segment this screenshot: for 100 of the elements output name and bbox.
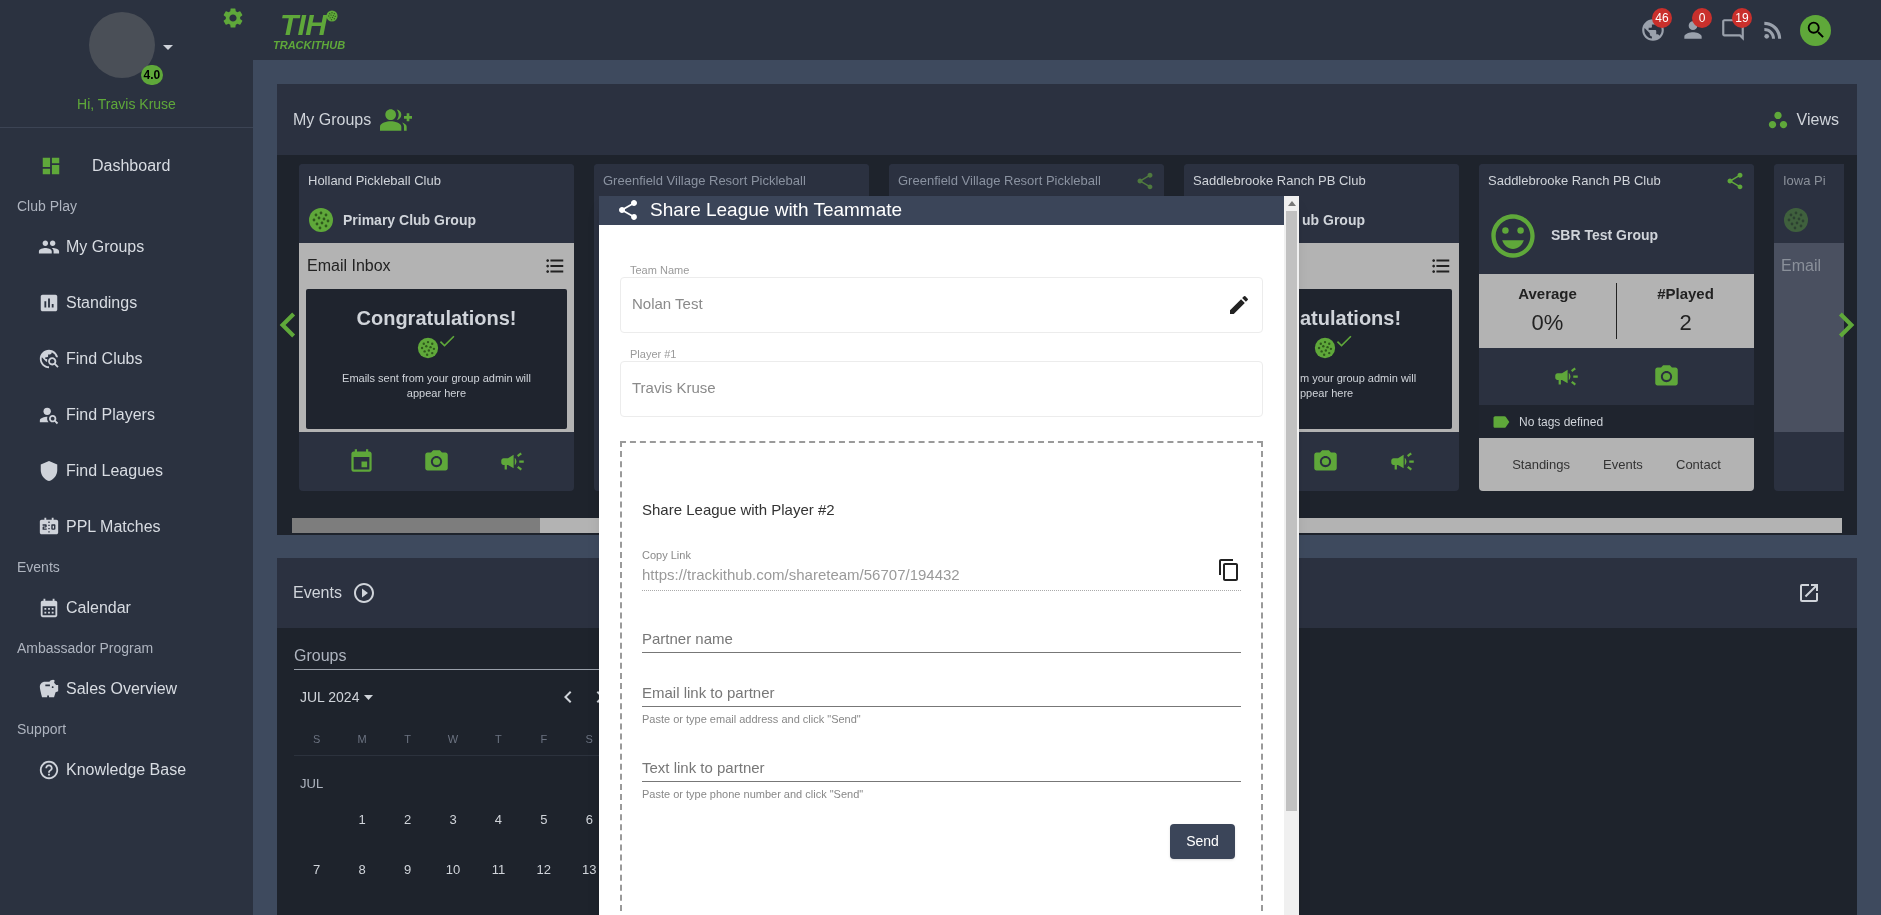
calendar-day[interactable]: 10 (430, 859, 476, 880)
chart-icon (38, 292, 60, 314)
stat-label: #Played (1657, 284, 1714, 305)
group-name[interactable]: SBR Test Group (1551, 225, 1659, 246)
input-field[interactable]: Text link to partner (642, 753, 1241, 782)
nav-item[interactable]: Sales Overview (0, 661, 253, 717)
weekday-label: T (494, 732, 503, 748)
inbox-message: m your group admin will (1300, 371, 1418, 386)
card-title: Greenfield Village Resort Pickleball (898, 171, 1101, 190)
share-icon[interactable] (1135, 170, 1155, 191)
inbox-title: Email Inbox (307, 256, 391, 276)
nav-item[interactable]: Dashboard (0, 138, 253, 194)
nav-item[interactable]: Standings (0, 275, 253, 331)
nav-item[interactable]: Find Clubs (0, 331, 253, 387)
shield-icon (38, 460, 60, 482)
views-button[interactable]: Views (1766, 107, 1841, 132)
calendar-day[interactable]: 4 (475, 809, 522, 830)
settings-icon[interactable] (221, 6, 245, 30)
nav-item[interactable]: Find Players (0, 387, 253, 443)
ball-icon (1783, 207, 1809, 233)
calendar-day[interactable]: 9 (384, 859, 431, 880)
tags-text: No tags defined (1519, 413, 1604, 431)
share-icon[interactable] (1725, 170, 1745, 191)
copy-link-field[interactable]: Copy Link https://trackithub.com/shareteam/56707/194432 (642, 547, 1241, 591)
congrats-heading: atulations! (1300, 306, 1403, 331)
greeting: Hi, Travis Kruse (77, 95, 176, 114)
count-badge: 19 (1732, 8, 1752, 28)
weekday-label: S (584, 732, 594, 748)
nav-item[interactable]: Calendar (0, 580, 253, 636)
weekday-label: W (446, 732, 460, 748)
nav-item[interactable]: Find Leagues (0, 443, 253, 499)
send-button[interactable]: Send (1170, 824, 1235, 859)
card-link[interactable]: Contact (1676, 454, 1721, 475)
field-label: Copy Link (642, 548, 692, 563)
card-title: Saddlebrooke Ranch PB Club (1488, 171, 1661, 190)
calendar-icon (38, 597, 60, 619)
play-icon[interactable] (351, 581, 376, 605)
piggy-bank-icon (38, 678, 60, 700)
card-title: Iowa Pi (1783, 171, 1826, 190)
input-field[interactable]: Partner name (642, 625, 1241, 653)
caret-icon (364, 694, 374, 700)
count-badge: 46 (1652, 8, 1672, 28)
month-label: JUL (300, 775, 325, 793)
section-heading: Share League with Player #2 (642, 499, 836, 520)
field-hint: Paste or type phone number and click "Send" (642, 786, 865, 802)
calendar-day[interactable]: 3 (430, 809, 476, 830)
ball-icon (1314, 337, 1336, 359)
input-field[interactable]: Email link to partner (642, 679, 1241, 707)
scroll-up-arrow-icon[interactable] (1287, 201, 1296, 206)
inbox-message: ppear here (1300, 386, 1355, 401)
calendar-day[interactable]: 7 (294, 859, 340, 880)
search-button[interactable] (1800, 14, 1831, 46)
congrats-heading: Congratulations! (356, 306, 517, 331)
weekday-label: T (403, 732, 412, 748)
inbox-title: Email (1781, 256, 1821, 276)
calendar-day[interactable]: 12 (521, 859, 567, 880)
link-value: https://trackithub.com/shareteam/56707/194432 (642, 564, 960, 585)
stat-value: 2 (1679, 308, 1692, 337)
vertical-scrollbar[interactable] (1284, 196, 1299, 915)
card-link[interactable]: Events (1603, 454, 1643, 475)
inbox-message: Emails sent from your group admin will appear here (341, 371, 532, 401)
calendar-day[interactable]: 2 (384, 809, 431, 830)
weekday-label: S (312, 732, 322, 748)
card-title: Holland Pickleball Club (308, 171, 441, 190)
share-icon (616, 198, 640, 223)
text-field[interactable]: Travis Kruse (620, 360, 1263, 417)
section-heading: Club Play (16, 197, 78, 216)
copy-icon[interactable] (1217, 558, 1241, 582)
dashboard-icon (40, 155, 62, 177)
weekday-label: F (539, 732, 549, 748)
card-title: Saddlebrooke Ranch PB Club (1193, 171, 1366, 190)
month-picker[interactable]: JUL 2024 (300, 686, 374, 708)
help-icon (38, 759, 60, 781)
rating-badge: 4.0 (140, 65, 164, 85)
stat-value: 0% (1531, 308, 1564, 337)
nav-item[interactable]: PPL Matches (0, 499, 253, 555)
calendar-day[interactable]: 1 (339, 809, 385, 830)
logo[interactable]: TIH TRACKITHUB (273, 9, 346, 51)
nav-item[interactable]: My Groups (0, 219, 253, 275)
section-heading: Support (16, 720, 68, 739)
panel-title: My Groups (293, 109, 372, 130)
field-hint: Paste or type email address and click "Send" (642, 712, 862, 727)
field-label: Team Name (630, 262, 691, 277)
text-field[interactable]: Nolan Test (620, 276, 1263, 333)
calendar-day[interactable]: 5 (521, 809, 567, 830)
nav-item[interactable]: Knowledge Base (0, 742, 253, 798)
open-external-icon[interactable] (1797, 581, 1821, 605)
stat-label: Average (1518, 284, 1577, 305)
calendar-day[interactable]: 8 (339, 859, 385, 880)
card-link[interactable]: Standings (1512, 454, 1570, 475)
field-label: Player #1 (630, 346, 678, 361)
count-badge: 0 (1692, 8, 1712, 28)
caret-icon[interactable] (162, 45, 173, 50)
section-heading: Ambassador Program (16, 639, 155, 658)
group-name[interactable]: ub Group (1302, 209, 1365, 231)
group-name[interactable]: Primary Club Group (343, 209, 477, 231)
ball-icon (416, 337, 439, 359)
calendar-day[interactable]: 11 (475, 859, 522, 880)
ball-icon (308, 207, 334, 233)
dialog-title: Share League with Teammate (650, 198, 903, 222)
